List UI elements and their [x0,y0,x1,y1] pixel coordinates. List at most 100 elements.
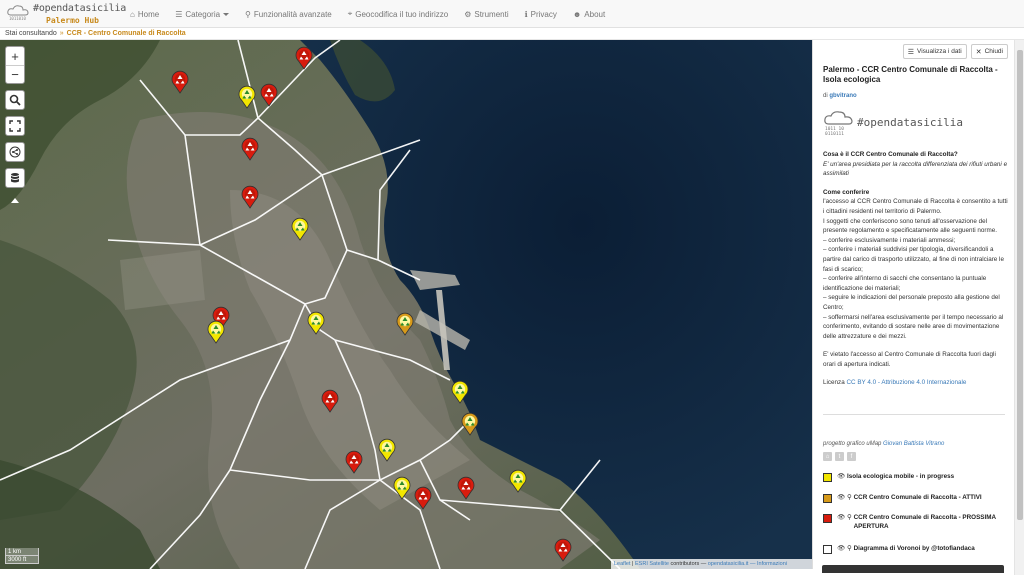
recycling-marker[interactable] [321,389,339,413]
nav-geocodifica[interactable]: ⌖ Geocodifica il tuo indirizzo [348,9,448,19]
legend-label: CCR Centro Comunale di Raccolta - ATTIVI [853,494,982,501]
info-panel: ☰ Visualizza i dati ✕ Chiudi Palermo - CCR… [812,40,1014,569]
legend-item-active[interactable]: 👁 ⚲ CCR Centro Comunale di Raccolta - ATT… [823,493,1009,503]
panel-divider [823,414,1005,415]
nav-privacy-label: Privacy [530,9,557,19]
map-attribution: Leaflet | ESRI Satellite contributors — … [611,559,812,569]
recycling-marker[interactable] [396,312,414,336]
social-links: ⌂ t f [823,452,856,461]
author-link[interactable]: gbvitrano [829,93,856,99]
breadcrumb-current[interactable]: CCR - Centro Comunale di Raccolta [67,30,186,37]
collapse-caret-icon[interactable] [11,198,19,203]
attribution-info[interactable]: — Informazioni [750,561,787,567]
attribution-source[interactable]: ESRI Satellite [635,561,669,567]
eye-icon[interactable]: 👁 [837,544,845,553]
logo-text: #opendatasicilia [857,116,963,129]
brand-subtitle: Palermo Hub [46,16,99,25]
search-button[interactable] [6,91,24,109]
embed-icon[interactable]: ⌂ [823,452,832,461]
recycling-marker[interactable] [241,137,259,161]
recycling-icon [241,185,259,209]
nav-categoria-label: Categoria [185,9,221,19]
credit-author-link[interactable]: Giovan Battista Vitrano [883,441,944,447]
legend-label: Diagramma di Voronoi by @totofiandaca [853,545,975,552]
eye-icon[interactable]: 👁 [837,513,845,522]
nav-funzionalita-label: Funzionalità avanzate [253,9,332,19]
recycling-marker[interactable] [461,412,479,436]
recycling-marker[interactable] [451,380,469,404]
question-answer: E' un'area presidiata per la raccolta di… [823,160,1008,178]
scale-km: 1 km [5,548,39,556]
attribution-link[interactable]: opendatasicilia.it [708,561,749,567]
recycling-marker[interactable] [457,476,475,500]
zoom-control: + − [5,46,25,84]
zoom-out-button[interactable]: − [6,65,24,83]
legend-item-mobile[interactable]: 👁 Isola ecologica mobile - in progress [823,472,1009,482]
recycling-marker[interactable] [509,469,527,493]
table-icon: ☰ [907,48,914,56]
recycling-marker[interactable] [238,85,256,109]
nav-strumenti[interactable]: ⚙ Strumenti [464,10,508,19]
main-nav: ⌂ Home ☰ Categoria ⚲ Funzionalità avanzate … [130,0,621,28]
legend-item-upcoming[interactable]: 👁 ⚲ CCR Centro Comunale di Raccolta - PRO… [823,513,1009,531]
page-scrollbar[interactable] [1014,40,1024,575]
recycling-icon [171,70,189,94]
layers-button[interactable] [6,169,24,187]
eye-icon[interactable]: 👁 [837,472,845,481]
recycling-marker[interactable] [393,476,411,500]
share-button[interactable] [6,143,24,161]
legend-label: Isola ecologica mobile - in progress [847,473,955,480]
layers-control [5,168,25,188]
nav-home[interactable]: ⌂ Home [130,10,159,19]
recycling-marker[interactable] [295,46,313,70]
recycling-marker[interactable] [307,311,325,335]
rule-item: – conferire i materiali suddivisi per ti… [823,246,1004,273]
recycling-marker[interactable] [241,185,259,209]
nav-funzionalita[interactable]: ⚲ Funzionalità avanzate [245,10,332,19]
rule-item: – conferire esclusivamente i materiali a… [823,236,956,244]
scale-ft: 3000 ft [5,556,39,564]
scroll-thumb[interactable] [1017,50,1023,520]
gear-icon: ⚙ [464,9,472,19]
share-icon [9,146,21,158]
zoom-icon[interactable]: ⚲ [847,544,852,553]
recycling-marker[interactable] [554,538,572,562]
recycling-marker[interactable] [291,217,309,241]
zoom-icon[interactable]: ⚲ [847,513,852,522]
recycling-marker[interactable] [345,450,363,474]
author-prefix: di [823,93,828,99]
recycling-marker[interactable] [171,70,189,94]
nav-categoria[interactable]: ☰ Categoria [175,9,230,19]
brand-logo[interactable]: 1011010 #opendatasicilia Palermo Hub [6,1,126,27]
facebook-icon[interactable]: f [847,452,856,461]
view-data-label: Visualizza i dati [917,48,962,55]
legend-item-voronoi[interactable]: 👁 ⚲ Diagramma di Voronoi by @totofiandaca [823,544,1009,554]
design-credit: progetto grafico uMap Giovan Battista Vi… [823,441,944,447]
close-button[interactable]: ✕ Chiudi [970,44,1008,59]
nav-privacy[interactable]: ℹ Privacy [525,10,557,19]
zoom-in-button[interactable]: + [6,47,24,65]
caret-down-icon [223,12,230,16]
recycling-marker[interactable] [207,320,225,344]
eye-icon[interactable]: 👁 [837,493,845,502]
attribution-leaflet[interactable]: Leaflet [614,561,631,567]
svg-text:1011010: 1011010 [9,16,26,21]
recycling-marker[interactable] [378,438,396,462]
svg-text:0110111: 0110111 [825,131,844,137]
twitter-icon[interactable]: t [835,452,844,461]
access-note: E' vietato l'accesso al Centro Comunale … [823,351,996,368]
recycling-icon [307,311,325,335]
license-link[interactable]: CC BY 4.0 - Attribuzione 4.0 Internazion… [846,379,966,386]
recycling-marker[interactable] [414,486,432,510]
attribution-mid: contributors — [670,561,707,567]
recycling-marker[interactable] [260,83,278,107]
nav-about[interactable]: ☻ About [573,10,605,19]
close-icon: ✕ [975,48,982,56]
fullscreen-button[interactable] [6,117,24,135]
panel-toolbar: ☰ Visualizza i dati ✕ Chiudi [902,44,1008,59]
nav-geocodifica-label: Geocodifica il tuo indirizzo [355,9,449,19]
credit-prefix: progetto grafico uMap [823,441,882,447]
map-canvas[interactable]: + − 1 km 3000 ft Leaflet | ESRI Satellit… [0,40,812,569]
zoom-icon[interactable]: ⚲ [847,493,852,502]
view-data-button[interactable]: ☰ Visualizza i dati [902,44,967,59]
